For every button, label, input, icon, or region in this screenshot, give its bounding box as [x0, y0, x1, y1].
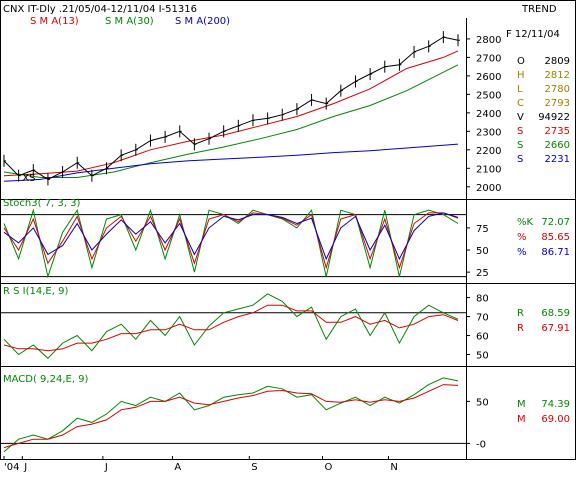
info-value-2: 2780 — [545, 84, 570, 95]
sma13-legend: S M A(13) — [30, 16, 79, 27]
price-ytick-label-5: 2500 — [476, 90, 501, 101]
info-panel: O 2809 H 2812 L 2780 C 2793 V 94922 S 2735 S 2660 S 223… — [517, 56, 570, 165]
stochastic-value-name-0: %K — [517, 217, 534, 228]
macd-label: MACD( 9,24,E, 9) — [3, 374, 89, 385]
stochastic-series-1 — [3, 212, 459, 270]
rsi-value-1: 67.91 — [541, 323, 570, 334]
macd-value-name-0: M — [517, 399, 526, 410]
info-value-1: 2812 — [545, 70, 570, 81]
x-label-4: S — [251, 462, 257, 473]
macd-ytick-label-0: -0 — [476, 439, 486, 450]
price-ytick-label-6: 2600 — [476, 72, 501, 83]
stoch-label: Stoch3( 7, 3, 3) — [3, 198, 80, 209]
x-label-2: J — [104, 462, 108, 473]
info-key-1: H — [517, 70, 525, 81]
info-value-0: 2809 — [545, 56, 570, 67]
stock-chart: CNX IT-Dly .21/05/04-12/11/04 I-51316 TR… — [0, 0, 576, 473]
price-ytick-label-7: 2700 — [476, 53, 501, 64]
stochastic-value-1: 85.65 — [541, 232, 570, 243]
info-key-5: S — [517, 126, 523, 137]
price-ytick-label-4: 2400 — [476, 109, 501, 120]
rsi-panel-frame — [0, 283, 576, 367]
stochastic-value-2: 86.71 — [541, 247, 570, 258]
info-date: F 12/11/04 — [506, 29, 560, 40]
info-key-3: C — [517, 98, 524, 109]
chart-marks: 2000 2100 2200 2300 2400 2500 2600 2700 2800 XS 25… — [1, 31, 570, 473]
trend-label: TREND — [521, 4, 557, 15]
x-label-5: O — [325, 462, 333, 473]
sma30-legend: S M A(30) — [105, 16, 154, 27]
info-value-5: 2735 — [545, 126, 570, 137]
info-value-7: 2231 — [545, 154, 570, 165]
price-ytick-label-0: 2000 — [476, 183, 501, 194]
info-value-6: 2660 — [545, 140, 570, 151]
stochastic-ytick-label-1: 50 — [476, 246, 489, 257]
stochastic-ytick-label-2: 75 — [476, 224, 489, 235]
stochastic-series-2 — [3, 212, 459, 261]
macd-value-1: 69.00 — [541, 414, 570, 425]
rsi-value-0: 68.59 — [541, 308, 570, 319]
rsi-ytick-label-1: 60 — [476, 332, 489, 343]
stochastic-value-0: 72.07 — [541, 217, 570, 228]
info-key-2: L — [517, 84, 523, 95]
rsi-ytick-label-2: 70 — [476, 313, 489, 324]
rsi-series-1 — [3, 304, 459, 352]
rsi-series-0 — [3, 293, 459, 359]
price-series-1 — [3, 64, 459, 178]
info-key-4: V — [517, 112, 524, 123]
chart-title: CNX IT-Dly .21/05/04-12/11/04 I-51316 — [3, 4, 197, 15]
price-series-0 — [3, 50, 459, 177]
price-ytick-label-3: 2300 — [476, 127, 501, 138]
price-ytick-label-2: 2200 — [476, 146, 501, 157]
rsi-value-name-1: R — [517, 323, 524, 334]
x-label-6: N — [390, 462, 397, 473]
info-key-0: O — [517, 56, 525, 67]
rsi-ytick-label-0: 50 — [476, 351, 489, 362]
info-value-4: 94922 — [538, 112, 570, 123]
rsi-ytick-label-3: 80 — [476, 294, 489, 305]
macd-value-name-1: M — [517, 414, 526, 425]
macd-value-0: 74.39 — [541, 399, 570, 410]
x-label-0: '04 — [4, 462, 19, 473]
stochastic-value-name-1: % — [517, 232, 527, 243]
info-key-6: S — [517, 140, 523, 151]
info-value-3: 2793 — [545, 98, 570, 109]
x-label-1: J — [23, 462, 27, 473]
rsi-value-name-0: R — [517, 308, 524, 319]
price-series-2 — [3, 143, 459, 182]
price-ytick-label-8: 2800 — [476, 35, 501, 46]
info-key-7: S — [517, 154, 523, 165]
macd-ytick-label-1: 50 — [476, 397, 489, 408]
stochastic-ytick-label-0: 25 — [476, 268, 489, 279]
stochastic-series-0 — [3, 208, 459, 279]
price-series-3 — [3, 36, 459, 180]
x-label-3: A — [174, 462, 181, 473]
price-annotation-0: XS — [22, 173, 35, 184]
macd-series-1 — [3, 384, 459, 449]
macd-series-0 — [3, 377, 459, 453]
price-ytick-label-1: 2100 — [476, 164, 501, 175]
sma200-legend: S M A(200) — [175, 16, 230, 27]
stochastic-value-name-2: % — [517, 247, 527, 258]
rsi-label: R S I(14,E, 9) — [3, 286, 68, 297]
